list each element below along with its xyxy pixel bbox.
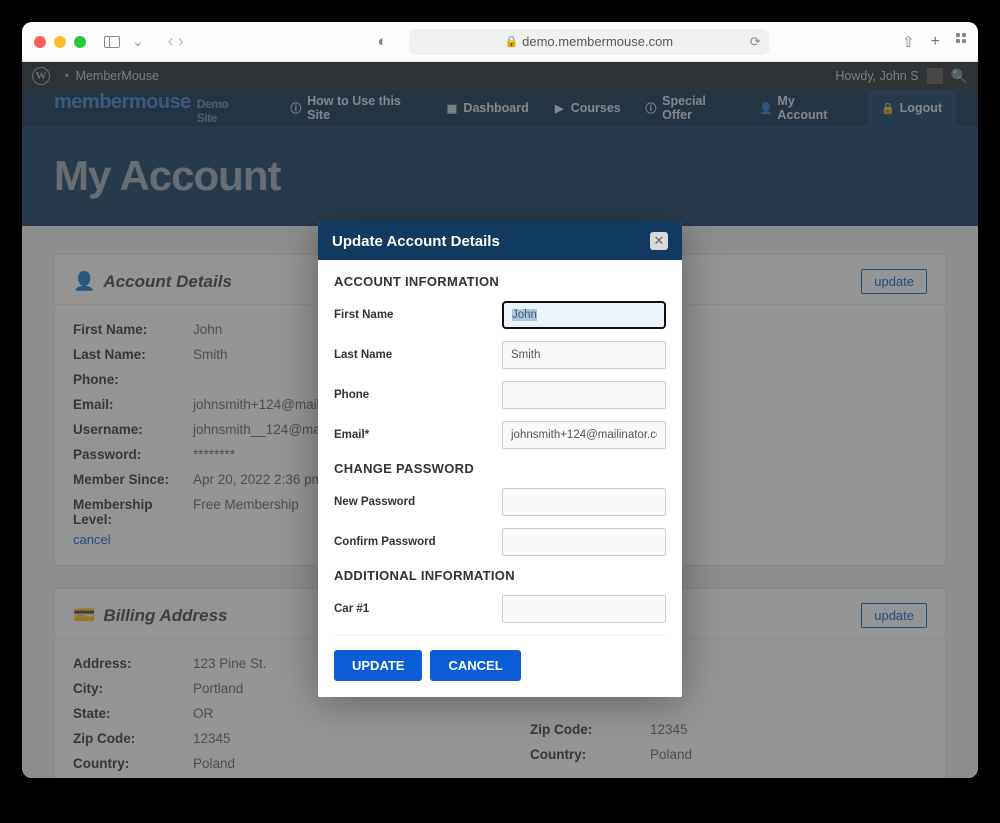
confirm-password-input[interactable]: [502, 528, 666, 556]
first-name-label: First Name: [334, 309, 393, 321]
last-name-input[interactable]: [502, 341, 666, 369]
section-heading-additional: ADDITIONAL INFORMATION: [334, 568, 666, 583]
new-password-input[interactable]: [502, 488, 666, 516]
update-account-modal: Update Account Details ✕ ACCOUNT INFORMA…: [318, 222, 682, 697]
modal-close-button[interactable]: ✕: [650, 232, 668, 250]
close-window-button[interactable]: [34, 36, 46, 48]
section-heading-password: CHANGE PASSWORD: [334, 461, 666, 476]
last-name-label: Last Name: [334, 349, 392, 361]
lock-icon: 🔒: [504, 35, 518, 48]
car1-input[interactable]: [502, 595, 666, 623]
browser-back-button[interactable]: ‹: [168, 31, 174, 52]
confirm-password-label: Confirm Password: [334, 536, 436, 548]
chevron-down-icon[interactable]: ⌄: [128, 33, 148, 50]
share-icon[interactable]: ⇧: [902, 33, 915, 51]
new-tab-icon[interactable]: +: [931, 33, 940, 51]
first-name-input[interactable]: [502, 301, 666, 329]
tabs-overview-icon[interactable]: [956, 33, 966, 51]
email-input[interactable]: [502, 421, 666, 449]
modal-title: Update Account Details: [332, 233, 500, 250]
reload-icon[interactable]: ⟳: [750, 34, 761, 50]
traffic-lights: [34, 36, 86, 48]
car1-label: Car #1: [334, 603, 369, 615]
email-label: Email*: [334, 429, 369, 441]
phone-input[interactable]: [502, 381, 666, 409]
section-heading-account: ACCOUNT INFORMATION: [334, 274, 666, 289]
browser-titlebar: ⌄ ‹ › ◐ 🔒 demo.membermouse.com ⟳ ⇧ +: [22, 22, 978, 62]
modal-cancel-button[interactable]: CANCEL: [430, 650, 520, 681]
browser-forward-button[interactable]: ›: [178, 31, 184, 52]
browser-window: ⌄ ‹ › ◐ 🔒 demo.membermouse.com ⟳ ⇧ + W ◔…: [22, 22, 978, 778]
new-password-label: New Password: [334, 496, 415, 508]
address-bar[interactable]: 🔒 demo.membermouse.com ⟳: [409, 29, 769, 55]
modal-header: Update Account Details ✕: [318, 222, 682, 260]
url-text: demo.membermouse.com: [522, 34, 673, 49]
sidebar-toggle-icon[interactable]: [104, 36, 120, 48]
minimize-window-button[interactable]: [54, 36, 66, 48]
modal-update-button[interactable]: UPDATE: [334, 650, 422, 681]
maximize-window-button[interactable]: [74, 36, 86, 48]
privacy-shield-icon[interactable]: ◐: [372, 33, 393, 50]
phone-label: Phone: [334, 389, 369, 401]
